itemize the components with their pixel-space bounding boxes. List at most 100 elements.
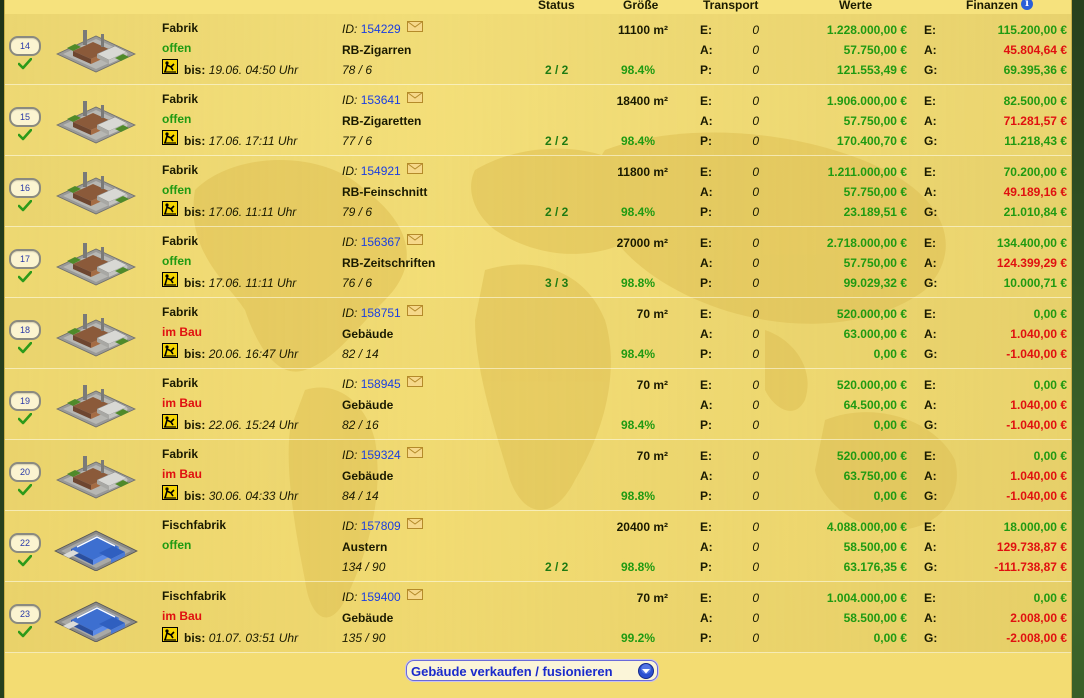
building-number-badge[interactable]: 14 [9,36,41,56]
mail-icon[interactable] [407,376,423,387]
header-status[interactable]: Status [538,0,575,12]
mail-icon[interactable] [407,305,423,316]
finanzen-e-value: 0,00 € [1033,591,1067,605]
finanzen-a-value: 2.008,00 € [1010,611,1067,625]
header-transport[interactable]: Transport [703,0,758,12]
mail-icon[interactable] [407,163,423,174]
fish-factory-building-icon[interactable] [53,521,139,571]
building-id-link[interactable]: 159400 [361,590,401,604]
chevron-down-icon [638,663,654,679]
building-id-link[interactable]: 154921 [361,164,401,178]
table-header: Status Größe Transport Werte Finanzen i [5,0,1071,14]
building-number-badge[interactable]: 22 [9,533,41,553]
building-id-link[interactable]: 158945 [361,377,401,391]
werte-a-value: 64.500,00 € [843,398,907,412]
building-name: Gebäude [342,398,394,412]
factory-building-icon[interactable] [53,237,139,287]
check-icon [18,484,32,496]
factory-building-icon[interactable] [53,450,139,500]
id-label: ID: [342,93,358,107]
building-id-link[interactable]: 159324 [361,448,401,462]
building-id-link[interactable]: 154229 [361,22,401,36]
building-id: ID: 153641 [342,93,401,107]
building-ratio: 134 / 90 [342,560,386,574]
construction-sign-icon [162,343,178,358]
until-label: bis: [184,631,206,645]
werte-a-value: 63.000,00 € [843,327,907,341]
building-ratio: 76 / 6 [342,276,373,290]
building-number-badge[interactable]: 23 [9,604,41,624]
building-ratio: 82 / 14 [342,347,379,361]
sell-merge-buildings-button[interactable]: Gebäude verkaufen / fusionieren [406,660,658,681]
building-row: 17 Fabrik offen bis: 17.06. 11:11 Uhr ID… [5,227,1071,298]
construction-sign-icon [162,485,178,500]
building-id: ID: 154921 [342,164,401,178]
quality-percent: 98.4% [620,418,655,432]
transport-e-label: E: [700,520,712,534]
building-number-badge[interactable]: 16 [9,178,41,198]
building-number-badge[interactable]: 17 [9,249,41,269]
finanzen-g-label: G: [924,418,938,432]
transport-a-label: A: [700,611,713,625]
building-id-link[interactable]: 153641 [361,93,401,107]
mail-icon[interactable] [407,518,423,529]
building-id-link[interactable]: 158751 [361,306,401,320]
quality-percent: 99.2% [620,631,655,645]
header-finanzen[interactable]: Finanzen [966,0,1018,12]
transport-e-value: 0 [752,23,759,37]
header-groesse[interactable]: Größe [623,0,658,12]
mail-icon[interactable] [407,92,423,103]
until-label: bis: [184,489,206,503]
transport-p-value: 0 [752,347,759,361]
mail-icon[interactable] [407,234,423,245]
finanzen-a-value: 129.738,87 € [996,540,1067,554]
building-number-badge[interactable]: 15 [9,107,41,127]
info-icon[interactable]: i [1021,0,1033,10]
finanzen-e-value: 18.000,00 € [1003,520,1067,534]
construction-sign-icon [162,272,178,287]
until-label: bis: [184,418,206,432]
transport-p-value: 0 [752,134,759,148]
factory-building-icon[interactable] [53,308,139,358]
transport-a-value: 0 [752,185,759,199]
building-id-link[interactable]: 157809 [361,519,401,533]
building-id-link[interactable]: 156367 [361,235,401,249]
finanzen-e-value: 134.400,00 € [996,236,1067,250]
transport-a-label: A: [700,256,713,270]
finanzen-g-value: 11.218,43 € [1004,134,1067,148]
transport-a-value: 0 [752,540,759,554]
construction-sign-icon [162,627,178,642]
mail-icon[interactable] [407,21,423,32]
factory-building-icon[interactable] [53,166,139,216]
transport-p-value: 0 [752,205,759,219]
finanzen-a-label: A: [924,43,937,57]
building-number-badge[interactable]: 20 [9,462,41,482]
transport-p-value: 0 [752,276,759,290]
transport-e-label: E: [700,23,712,37]
building-id: ID: 154229 [342,22,401,36]
building-ratio: 135 / 90 [342,631,386,645]
building-number-badge[interactable]: 19 [9,391,41,411]
finanzen-a-value: 45.804,64 € [1003,43,1067,57]
transport-e-label: E: [700,378,712,392]
header-werte[interactable]: Werte [839,0,872,12]
fish-factory-building-icon[interactable] [53,592,139,642]
factory-building-icon[interactable] [53,24,139,74]
transport-a-value: 0 [752,43,759,57]
until-value: 17.06. 17:11 Uhr [208,134,298,148]
building-number-badge[interactable]: 18 [9,320,41,340]
mail-icon[interactable] [407,447,423,458]
werte-e-value: 1.228.000,00 € [826,23,907,37]
building-state: offen [162,41,192,55]
werte-a-value: 58.500,00 € [843,540,907,554]
mail-icon[interactable] [407,589,423,600]
transport-a-value: 0 [752,327,759,341]
factory-building-icon[interactable] [53,379,139,429]
transport-e-label: E: [700,236,712,250]
until-value: 01.07. 03:51 Uhr [208,631,299,645]
building-row: 16 Fabrik offen bis: 17.06. 11:11 Uhr ID… [5,156,1071,227]
finanzen-a-label: A: [924,327,937,341]
transport-e-label: E: [700,165,712,179]
finanzen-g-label: G: [924,276,938,290]
factory-building-icon[interactable] [53,95,139,145]
